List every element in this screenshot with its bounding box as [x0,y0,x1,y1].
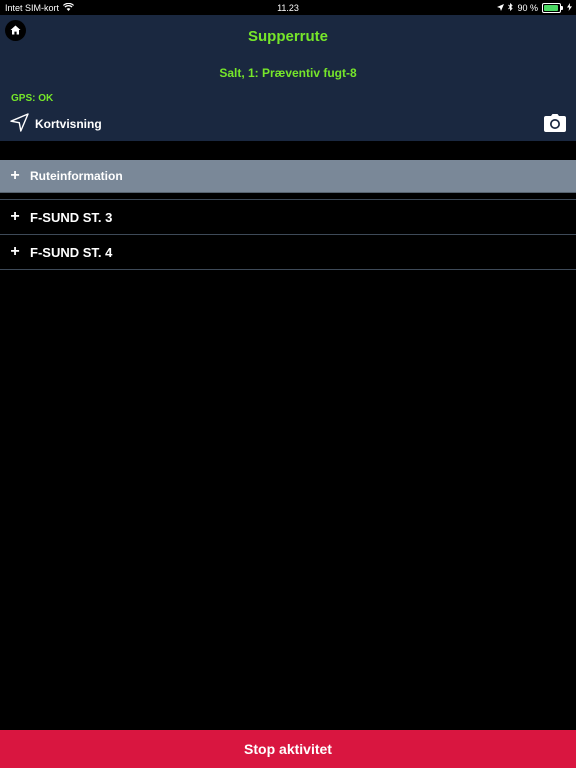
gps-status: GPS: OK [11,93,54,104]
status-time: 11.23 [277,3,299,13]
status-bar: Intet SIM-kort 11.23 90 % [0,0,576,15]
station-row[interactable]: + F-SUND ST. 4 [0,235,576,269]
page-subtitle: Salt, 1: Præventiv fugt-8 [219,66,357,80]
location-arrow-icon [497,3,505,13]
plus-icon: + [10,167,20,184]
stop-activity-button[interactable]: Stop aktivitet [0,730,576,768]
divider [0,269,576,270]
station-label: F-SUND ST. 3 [30,209,113,225]
camera-button[interactable] [544,114,566,134]
battery-icon [542,3,563,13]
page-title: Supperrute [247,28,328,45]
plus-icon: + [10,243,20,260]
map-view-button[interactable]: Kortvisning [10,113,102,135]
camera-icon [544,114,566,136]
route-info-label: Ruteinformation [30,169,123,183]
station-label: F-SUND ST. 4 [30,244,113,260]
plus-icon: + [10,208,20,225]
battery-fill [544,5,558,11]
map-view-label: Kortvisning [35,117,102,131]
station-row[interactable]: + F-SUND ST. 3 [0,200,576,234]
route-info-section[interactable]: + Ruteinformation [0,160,576,193]
app-screen: Intet SIM-kort 11.23 90 % Supperrute Sal… [0,0,576,768]
navigation-arrow-icon [10,113,29,135]
charging-bolt-icon [567,3,572,13]
status-right: 90 % [497,2,572,13]
activity-header: Supperrute Salt, 1: Præventiv fugt-8 GPS… [0,15,576,141]
battery-percent: 90 % [517,3,538,13]
bluetooth-icon [508,2,514,13]
